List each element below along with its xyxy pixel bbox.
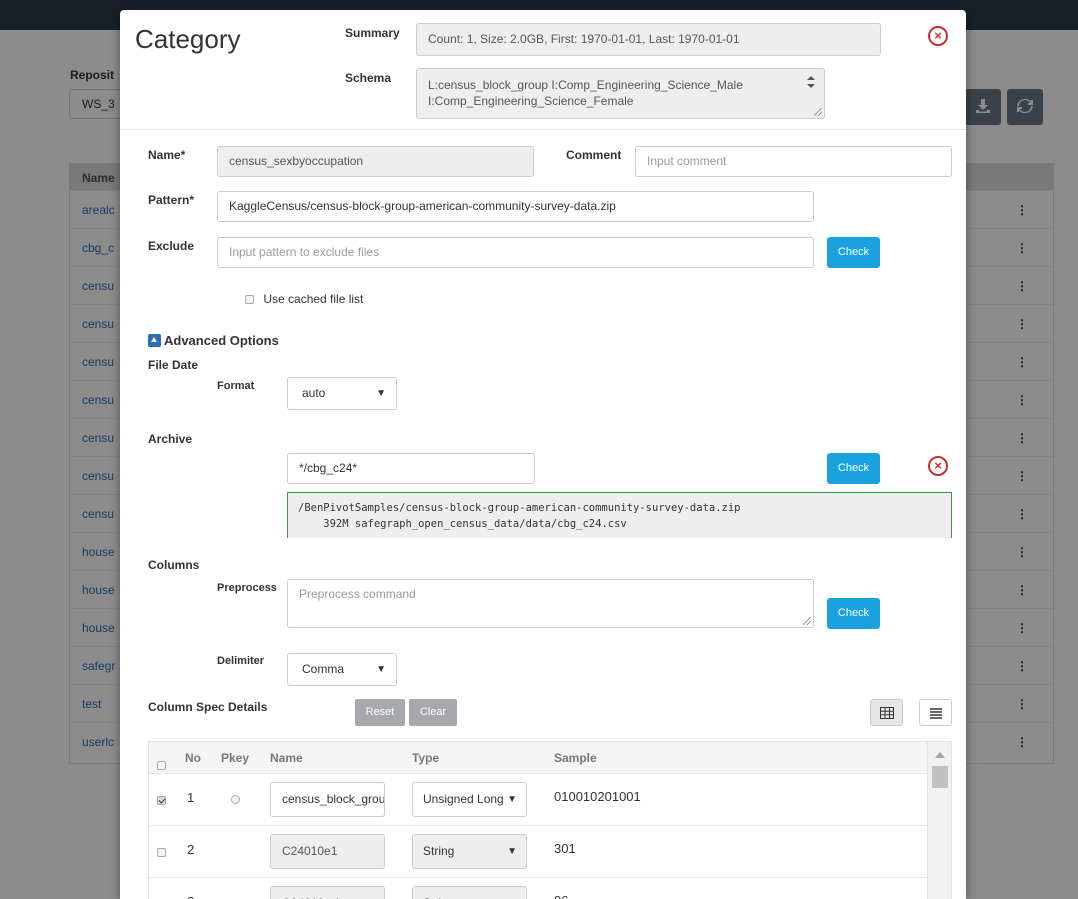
advanced-options-label: Advanced Options	[164, 333, 279, 348]
column-name-input[interactable]: census_block_group	[270, 782, 385, 817]
exclude-placeholder: Input pattern to exclude files	[229, 245, 380, 259]
remove-archive-icon[interactable]: ×	[928, 456, 948, 476]
column-type-select[interactable]: Unsigned Long ▼	[412, 782, 527, 817]
scroll-thumb[interactable]	[932, 766, 948, 788]
row-number: 3	[187, 894, 194, 899]
exclude-input[interactable]: Input pattern to exclude files	[217, 237, 814, 268]
file-date-label: File Date	[148, 358, 199, 372]
header-no: No	[185, 751, 201, 765]
modal-title: Category	[135, 24, 241, 54]
comment-placeholder: Input comment	[647, 154, 727, 168]
format-label: Format	[217, 380, 255, 392]
header-name: Name	[270, 751, 303, 765]
column-name-input[interactable]: C24010e1	[270, 834, 385, 869]
spinner-icon[interactable]	[806, 75, 816, 89]
row-number: 1	[187, 790, 195, 805]
resize-grip-icon[interactable]	[803, 617, 811, 625]
chevron-down-icon: ▼	[504, 835, 517, 868]
preprocess-placeholder: Preprocess command	[299, 587, 416, 601]
spec-row: 2 C24010e1 String ▼ 301	[149, 825, 929, 877]
spec-table-header: No Pkey Name Type Sample	[149, 742, 929, 773]
use-cached-checkbox[interactable]	[245, 295, 254, 305]
delimiter-label: Delimiter	[217, 655, 265, 667]
comment-input[interactable]: Input comment	[635, 146, 952, 177]
archive-output: /BenPivotSamples/census-block-group-amer…	[287, 492, 952, 538]
archive-output-line: /BenPivotSamples/census-block-group-amer…	[298, 502, 741, 514]
delimiter-value: Comma	[302, 662, 345, 676]
summary-label: Summary	[345, 26, 400, 40]
chevron-down-icon: ▼	[504, 783, 517, 816]
comment-label: Comment	[566, 148, 622, 162]
schema-line: I:Comp_Engineering_Science_Female	[428, 94, 634, 108]
modal-header: Category Summary Count: 1, Size: 2.0GB, …	[120, 10, 966, 130]
header-sample: Sample	[554, 751, 597, 765]
list-view-button[interactable]	[919, 699, 952, 726]
spec-row: 1 census_block_group Unsigned Long ▼ 0100102…	[149, 773, 929, 825]
format-value: auto	[302, 386, 326, 400]
column-type-select[interactable]: String ▼	[412, 834, 527, 869]
name-label: Name*	[148, 148, 186, 162]
collapse-up-icon	[148, 334, 161, 347]
preprocess-check-button[interactable]: Check	[827, 598, 880, 629]
sample-value: 96	[554, 893, 568, 899]
header-pkey: Pkey	[221, 751, 250, 765]
column-name-input[interactable]: C24010m1	[270, 886, 385, 899]
exclude-check-button[interactable]: Check	[827, 237, 880, 268]
column-spec-label: Column Spec Details	[148, 700, 268, 714]
pkey-radio[interactable]	[231, 795, 240, 804]
row-select-checkbox[interactable]	[157, 848, 166, 858]
grid-view-button[interactable]	[870, 699, 903, 726]
column-type-value: Unsigned Long	[423, 792, 504, 806]
pattern-input[interactable]: KaggleCensus/census-block-group-american…	[217, 191, 814, 222]
reset-button[interactable]: Reset	[355, 699, 405, 726]
delimiter-select[interactable]: Comma ▼	[287, 653, 397, 686]
column-spec-table: No Pkey Name Type Sample 1 census_block_g…	[148, 741, 952, 899]
archive-label: Archive	[148, 432, 193, 446]
column-type-value: String	[423, 844, 455, 858]
vertical-scrollbar[interactable]	[927, 742, 951, 899]
pattern-label: Pattern*	[148, 193, 195, 207]
select-all-checkbox[interactable]	[157, 761, 166, 770]
exclude-label: Exclude	[148, 239, 195, 253]
chevron-down-icon: ▼	[376, 664, 386, 675]
list-icon	[929, 708, 942, 719]
archive-input[interactable]: */cbg_c24*	[287, 453, 535, 484]
preprocess-textarea[interactable]: Preprocess command	[287, 579, 814, 628]
chevron-down-icon: ▼	[376, 388, 386, 399]
columns-label: Columns	[148, 558, 200, 572]
use-cached-label: Use cached file list	[263, 292, 364, 306]
grid-icon	[879, 707, 894, 719]
clear-button[interactable]: Clear	[409, 699, 457, 726]
preprocess-label: Preprocess	[217, 582, 277, 594]
category-modal: Category Summary Count: 1, Size: 2.0GB, …	[120, 10, 966, 899]
chevron-down-icon: ▼	[504, 887, 517, 899]
row-number: 2	[187, 842, 195, 857]
column-type-select[interactable]: String▼	[412, 886, 527, 899]
archive-output-line: 392M safegraph_open_census_data/data/cbg…	[298, 518, 627, 530]
archive-check-button[interactable]: Check	[827, 453, 880, 484]
advanced-options-toggle[interactable]: Advanced Options	[148, 333, 279, 348]
schema-field: L:census_block_group I:Comp_Engineering_…	[416, 68, 825, 119]
row-select-checkbox[interactable]	[157, 796, 166, 806]
schema-line: L:census_block_group I:Comp_Engineering_…	[428, 78, 743, 92]
format-select[interactable]: auto ▼	[287, 377, 397, 410]
summary-field: Count: 1, Size: 2.0GB, First: 1970-01-01…	[416, 23, 881, 56]
header-type: Type	[412, 751, 440, 765]
sample-value: 010010201001	[554, 789, 641, 804]
use-cached-row: Use cached file list	[245, 292, 363, 306]
spec-row: 3 C24010m1 String▼ 96	[149, 877, 929, 899]
resize-grip-icon[interactable]	[814, 108, 822, 116]
close-modal-icon[interactable]: ×	[928, 26, 948, 46]
scroll-up-icon[interactable]	[935, 752, 945, 758]
sample-value: 301	[554, 841, 576, 856]
schema-label: Schema	[345, 71, 392, 85]
name-field: census_sexbyoccupation	[217, 146, 534, 177]
